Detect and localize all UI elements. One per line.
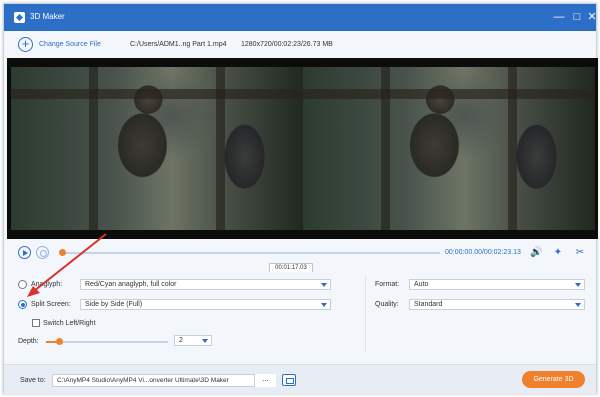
preview-left-frame <box>11 67 303 230</box>
window-title: 3D Maker <box>30 12 65 21</box>
switch-left-right-checkbox[interactable] <box>32 319 40 327</box>
settings-panel: Anaglyph: Red/Cyan anaglyph, full color … <box>4 272 596 364</box>
source-bar: + Change Source File C:/Users/ADM1..ng P… <box>4 31 596 58</box>
quality-label: Quality: <box>375 301 399 308</box>
time-display: 00:00:00.00/00:02:23.13 <box>445 249 521 256</box>
chevron-down-icon <box>575 283 581 287</box>
settings-divider <box>365 276 366 352</box>
source-file-path: C:/Users/ADM1..ng Part 1.mp4 <box>130 41 227 48</box>
format-select-value: Auto <box>414 281 429 288</box>
save-path-field[interactable]: C:\AnyMP4 Studio\AnyMP4 Vi...onverter Ul… <box>52 374 276 387</box>
quality-select[interactable]: Standard <box>409 299 585 310</box>
3d-maker-window: 3D Maker — □ ✕ + Change Source File C:/U… <box>3 3 599 394</box>
snapshot-icon[interactable]: ✦ <box>552 247 564 259</box>
progress-handle[interactable] <box>59 249 66 256</box>
chevron-down-icon <box>321 283 327 287</box>
split-screen-radio[interactable] <box>18 300 27 309</box>
quality-select-value: Standard <box>414 301 443 308</box>
source-file-info: 1280x720/00:02:23/26.73 MB <box>241 41 333 48</box>
chevron-down-icon <box>202 339 208 343</box>
app-logo-icon <box>14 12 25 23</box>
depth-select[interactable]: 2 <box>174 335 212 346</box>
chevron-down-icon <box>321 303 327 307</box>
depth-slider-track[interactable] <box>46 341 168 343</box>
chevron-down-icon <box>575 303 581 307</box>
browse-dots-button[interactable]: ... <box>254 374 276 387</box>
anaglyph-radio[interactable] <box>18 280 27 289</box>
playback-controls: 00:00:00.00/00:02:23.13 🔊 ✦ ✂ <box>4 239 596 265</box>
stop-icon[interactable] <box>36 246 49 259</box>
minimize-icon[interactable]: — <box>552 10 566 24</box>
video-preview <box>7 58 598 239</box>
split-screen-label: Split Screen: <box>31 301 71 308</box>
generate-3d-button[interactable]: Generate 3D <box>522 371 585 388</box>
progress-track[interactable] <box>62 252 440 254</box>
format-select[interactable]: Auto <box>409 279 585 290</box>
save-to-label: Save to: <box>20 377 46 384</box>
depth-select-value: 2 <box>179 337 183 344</box>
change-source-button[interactable]: Change Source File <box>39 41 101 48</box>
plus-icon[interactable]: + <box>18 37 33 52</box>
preview-right-frame <box>303 67 595 230</box>
switch-left-right-label: Switch Left/Right <box>43 320 96 327</box>
folder-icon[interactable] <box>282 374 296 386</box>
depth-label: Depth: <box>18 338 39 345</box>
play-icon[interactable] <box>18 246 31 259</box>
title-bar: 3D Maker — □ ✕ <box>4 4 599 31</box>
maximize-icon[interactable]: □ <box>570 10 584 24</box>
anaglyph-label: Anaglyph: <box>31 281 63 288</box>
format-label: Format: <box>375 281 400 288</box>
volume-icon[interactable]: 🔊 <box>530 247 542 259</box>
cut-icon[interactable]: ✂ <box>574 247 586 259</box>
split-select-value: Side by Side (Full) <box>85 301 143 308</box>
split-screen-select[interactable]: Side by Side (Full) <box>80 299 331 310</box>
depth-slider-handle[interactable] <box>56 338 63 345</box>
footer-bar: Save to: C:\AnyMP4 Studio\AnyMP4 Vi...on… <box>4 364 596 394</box>
close-icon[interactable]: ✕ <box>585 10 599 24</box>
anaglyph-select[interactable]: Red/Cyan anaglyph, full color <box>80 279 331 290</box>
anaglyph-select-value: Red/Cyan anaglyph, full color <box>85 281 177 288</box>
